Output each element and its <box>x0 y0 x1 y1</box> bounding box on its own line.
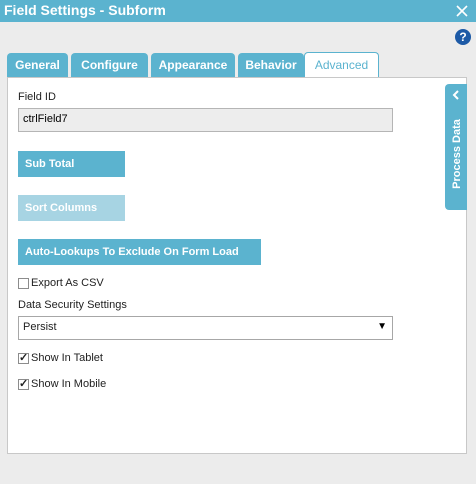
process-data-label: Process Data <box>451 119 463 189</box>
close-icon[interactable] <box>454 3 470 19</box>
tab-general[interactable]: General <box>7 53 68 77</box>
data-security-select[interactable]: Persist ▼ <box>18 316 393 340</box>
data-security-value: Persist <box>23 321 57 333</box>
auto-lookups-button[interactable]: Auto-Lookups To Exclude On Form Load Or … <box>18 239 261 284</box>
show-mobile-checkbox[interactable] <box>18 377 29 390</box>
show-tablet-label: Show In Tablet <box>31 352 103 364</box>
tab-behavior[interactable]: Behavior <box>238 53 304 77</box>
sort-columns-button[interactable]: Sort Columns <box>18 195 125 221</box>
data-security-label: Data Security Settings <box>18 299 127 311</box>
sub-total-button[interactable]: Sub Total <box>18 151 125 177</box>
process-data-tab[interactable]: Process Data <box>445 84 467 210</box>
tab-configure[interactable]: Configure <box>71 53 148 77</box>
field-id-input[interactable]: ctrlField7 <box>18 108 393 132</box>
dropdown-arrow-icon: ▼ <box>377 321 387 332</box>
show-tablet-checkbox[interactable] <box>18 351 29 364</box>
help-icon[interactable]: ? <box>455 29 471 45</box>
show-mobile-label: Show In Mobile <box>31 378 107 390</box>
field-id-label: Field ID <box>18 91 56 103</box>
window-title: Field Settings - Subform <box>4 2 166 18</box>
tab-advanced[interactable]: Advanced <box>304 52 379 78</box>
export-csv-checkbox[interactable] <box>18 278 29 289</box>
chevron-left-icon <box>452 90 459 100</box>
title-bar: Field Settings - Subform <box>0 0 476 22</box>
tab-appearance[interactable]: Appearance <box>151 53 235 77</box>
export-csv-label: Export As CSV <box>31 277 104 289</box>
advanced-panel: Field ID ctrlField7 Sub Total Sort Colum… <box>7 77 467 454</box>
